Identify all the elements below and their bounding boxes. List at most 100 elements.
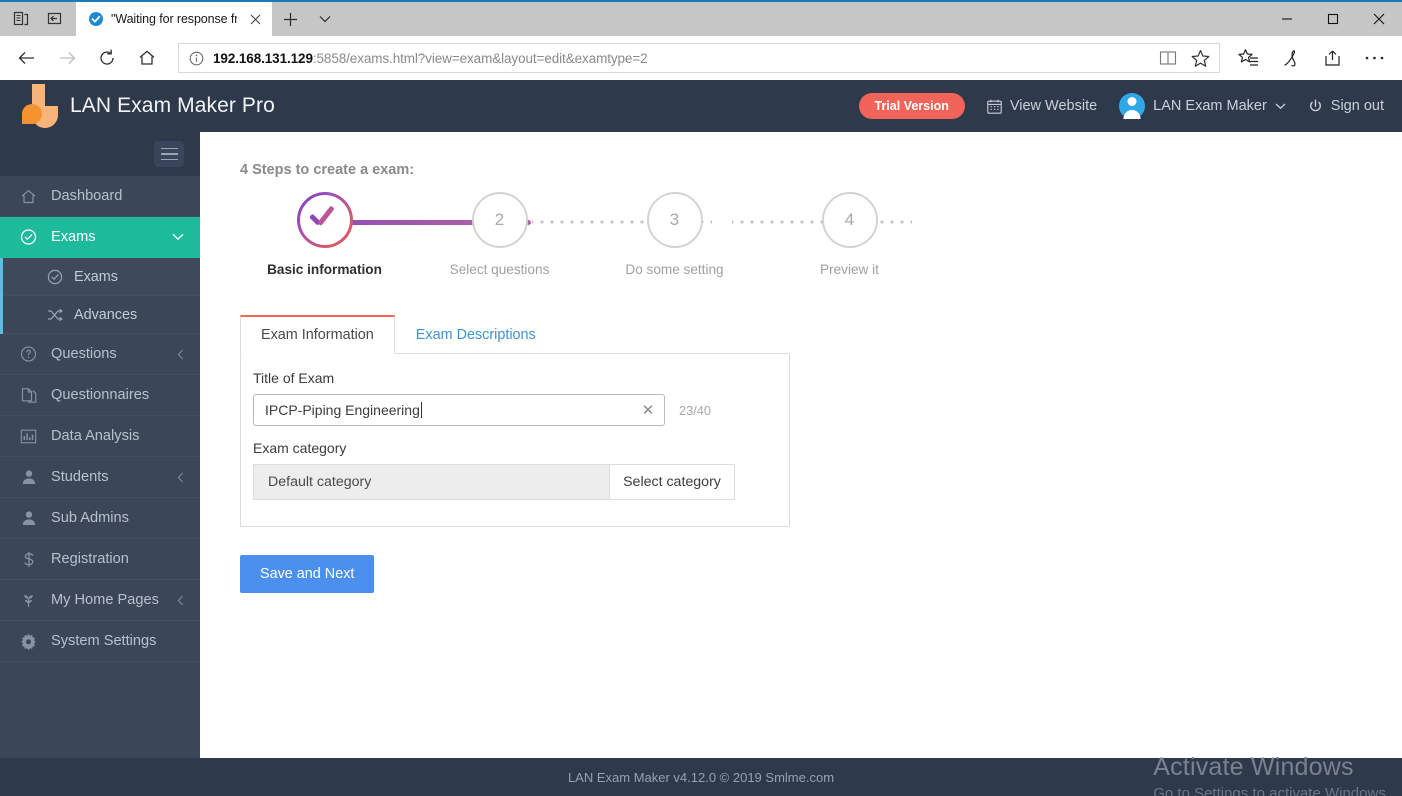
- exam-information-panel: Title of Exam IPCP-Piping Engineering ✕ …: [240, 353, 790, 527]
- star-icon[interactable]: [1185, 44, 1215, 72]
- view-website-link[interactable]: View Website: [987, 98, 1097, 114]
- sign-out-link[interactable]: Sign out: [1308, 98, 1384, 114]
- tab-title: "Waiting for response fr: [111, 12, 237, 26]
- new-tab-button[interactable]: [272, 2, 308, 36]
- sidebar: Dashboard Exams Exams Advances Questions…: [0, 132, 200, 758]
- exam-category-label: Exam category: [253, 440, 347, 456]
- more-settings-icon[interactable]: [1354, 39, 1394, 77]
- avatar: [1119, 93, 1146, 119]
- check-circle-icon: [20, 228, 37, 246]
- shuffle-icon: [47, 307, 63, 323]
- step-3-number: 3: [669, 210, 680, 229]
- sidebar-item-sub-admins[interactable]: Sub Admins: [0, 498, 200, 539]
- window-minimize-button[interactable]: [1264, 2, 1310, 36]
- reading-view-icon[interactable]: [1153, 44, 1183, 72]
- favorites-hub-icon[interactable]: [1228, 39, 1268, 77]
- home-icon: [20, 188, 37, 205]
- sidebar-subitem-exams[interactable]: Exams: [3, 258, 200, 296]
- chevron-left-icon: [177, 349, 184, 360]
- window-close-button[interactable]: [1356, 2, 1402, 36]
- check-circle-icon: [47, 269, 63, 285]
- gear-icon: [20, 633, 37, 650]
- character-counter: 23/40: [679, 402, 712, 418]
- window-maximize-button[interactable]: [1310, 2, 1356, 36]
- account-name: LAN Exam Maker: [1153, 98, 1267, 114]
- share-icon[interactable]: [1312, 39, 1352, 77]
- set-aside-tabs-icon[interactable]: [4, 1, 38, 35]
- chevron-left-icon: [177, 472, 184, 483]
- exam-title-value: IPCP-Piping Engineering: [265, 402, 638, 418]
- app-body: Dashboard Exams Exams Advances Questions…: [0, 132, 1402, 758]
- chevron-down-icon: [172, 233, 184, 241]
- step-4-circle: 4: [821, 192, 878, 248]
- url-path: :5858/exams.html?view=exam&layout=edit&e…: [312, 50, 648, 66]
- sidebar-item-dashboard[interactable]: Dashboard: [0, 176, 200, 217]
- sidebar-item-questionnaires[interactable]: Questionnaires: [0, 375, 200, 416]
- step-1-circle: [297, 192, 353, 248]
- user-icon: [20, 510, 37, 526]
- brand[interactable]: LAN Exam Maker Pro: [0, 84, 275, 128]
- account-menu[interactable]: LAN Exam Maker: [1119, 93, 1286, 119]
- text-caret: [420, 402, 422, 418]
- sidebar-item-system-settings[interactable]: System Settings: [0, 621, 200, 662]
- user-icon: [20, 469, 37, 485]
- page-viewport: LAN Exam Maker Pro Trial Version View We…: [0, 80, 1402, 796]
- back-button[interactable]: [8, 39, 46, 77]
- sidebar-item-label: Dashboard: [51, 188, 123, 204]
- clear-input-icon[interactable]: ✕: [638, 400, 658, 420]
- exam-category-value: Default category: [254, 465, 609, 499]
- sidebar-item-data-analysis[interactable]: Data Analysis: [0, 416, 200, 457]
- sidebar-submenu-exams: Exams Advances: [0, 258, 200, 334]
- step-2[interactable]: 2 Select questions: [412, 192, 587, 277]
- sidebar-item-exams[interactable]: Exams: [0, 217, 200, 258]
- exam-category-row: Default category Select category: [253, 464, 735, 500]
- app-footer: LAN Exam Maker v4.12.0 © 2019 Smlme.com: [0, 758, 1402, 796]
- tab-close-icon[interactable]: [244, 8, 266, 30]
- web-note-pen-icon[interactable]: [1270, 39, 1310, 77]
- step-2-number: 2: [494, 210, 505, 229]
- sidebar-subitem-advances[interactable]: Advances: [3, 296, 200, 334]
- refresh-button[interactable]: [88, 39, 126, 77]
- sidebar-item-label: Students: [51, 469, 109, 485]
- brand-name: LAN Exam Maker Pro: [70, 94, 275, 117]
- step-wizard: Basic information 2 Select questions 3 D…: [237, 192, 937, 277]
- exam-title-text: IPCP-Piping Engineering: [265, 402, 420, 418]
- browser-tab[interactable]: "Waiting for response fr: [76, 2, 272, 36]
- restore-tabs-icon[interactable]: [38, 1, 72, 35]
- footer-text: LAN Exam Maker v4.12.0 © 2019 Smlme.com: [567, 769, 835, 785]
- step-1-label: Basic information: [267, 262, 382, 277]
- sidebar-item-my-home-pages[interactable]: My Home Pages: [0, 580, 200, 621]
- sign-out-label: Sign out: [1330, 98, 1384, 114]
- power-icon: [1308, 99, 1323, 114]
- sidebar-item-label: Sub Admins: [51, 510, 129, 526]
- sidebar-item-questions[interactable]: Questions: [0, 334, 200, 375]
- question-circle-icon: [20, 345, 37, 363]
- step-4-label: Preview it: [820, 262, 879, 277]
- sidebar-item-label: Exams: [51, 229, 96, 245]
- address-bar-icons: [1153, 44, 1215, 72]
- sidebar-item-students[interactable]: Students: [0, 457, 200, 498]
- exam-title-input[interactable]: IPCP-Piping Engineering ✕: [253, 394, 665, 426]
- sidebar-item-registration[interactable]: Registration: [0, 539, 200, 580]
- site-info-icon[interactable]: [187, 49, 205, 67]
- step-3-label: Do some setting: [625, 262, 724, 277]
- address-bar[interactable]: 192.168.131.129:5858/exams.html?view=exa…: [178, 43, 1220, 73]
- sidebar-subitem-label: Advances: [74, 306, 138, 323]
- trial-version-badge[interactable]: Trial Version: [858, 93, 965, 119]
- step-3-circle: 3: [646, 192, 703, 248]
- select-category-button[interactable]: Select category: [609, 465, 734, 499]
- tab-list-dropdown-icon[interactable]: [308, 2, 342, 36]
- menu-toggle-icon[interactable]: [154, 141, 184, 167]
- home-button[interactable]: [128, 39, 166, 77]
- browser-window: "Waiting for response fr 192.168.131.129…: [0, 0, 1402, 796]
- tab-exam-information[interactable]: Exam Information: [240, 315, 395, 354]
- step-2-circle: 2: [471, 192, 528, 248]
- sidebar-item-label: System Settings: [51, 633, 157, 649]
- step-4[interactable]: 4 Preview it: [762, 192, 937, 277]
- step-3[interactable]: 3 Do some setting: [587, 192, 762, 277]
- save-and-next-button[interactable]: Save and Next: [240, 555, 375, 593]
- tab-exam-descriptions[interactable]: Exam Descriptions: [395, 315, 557, 353]
- forward-button[interactable]: [48, 39, 86, 77]
- title-of-exam-label: Title of Exam: [253, 370, 335, 386]
- step-1[interactable]: Basic information: [237, 192, 412, 277]
